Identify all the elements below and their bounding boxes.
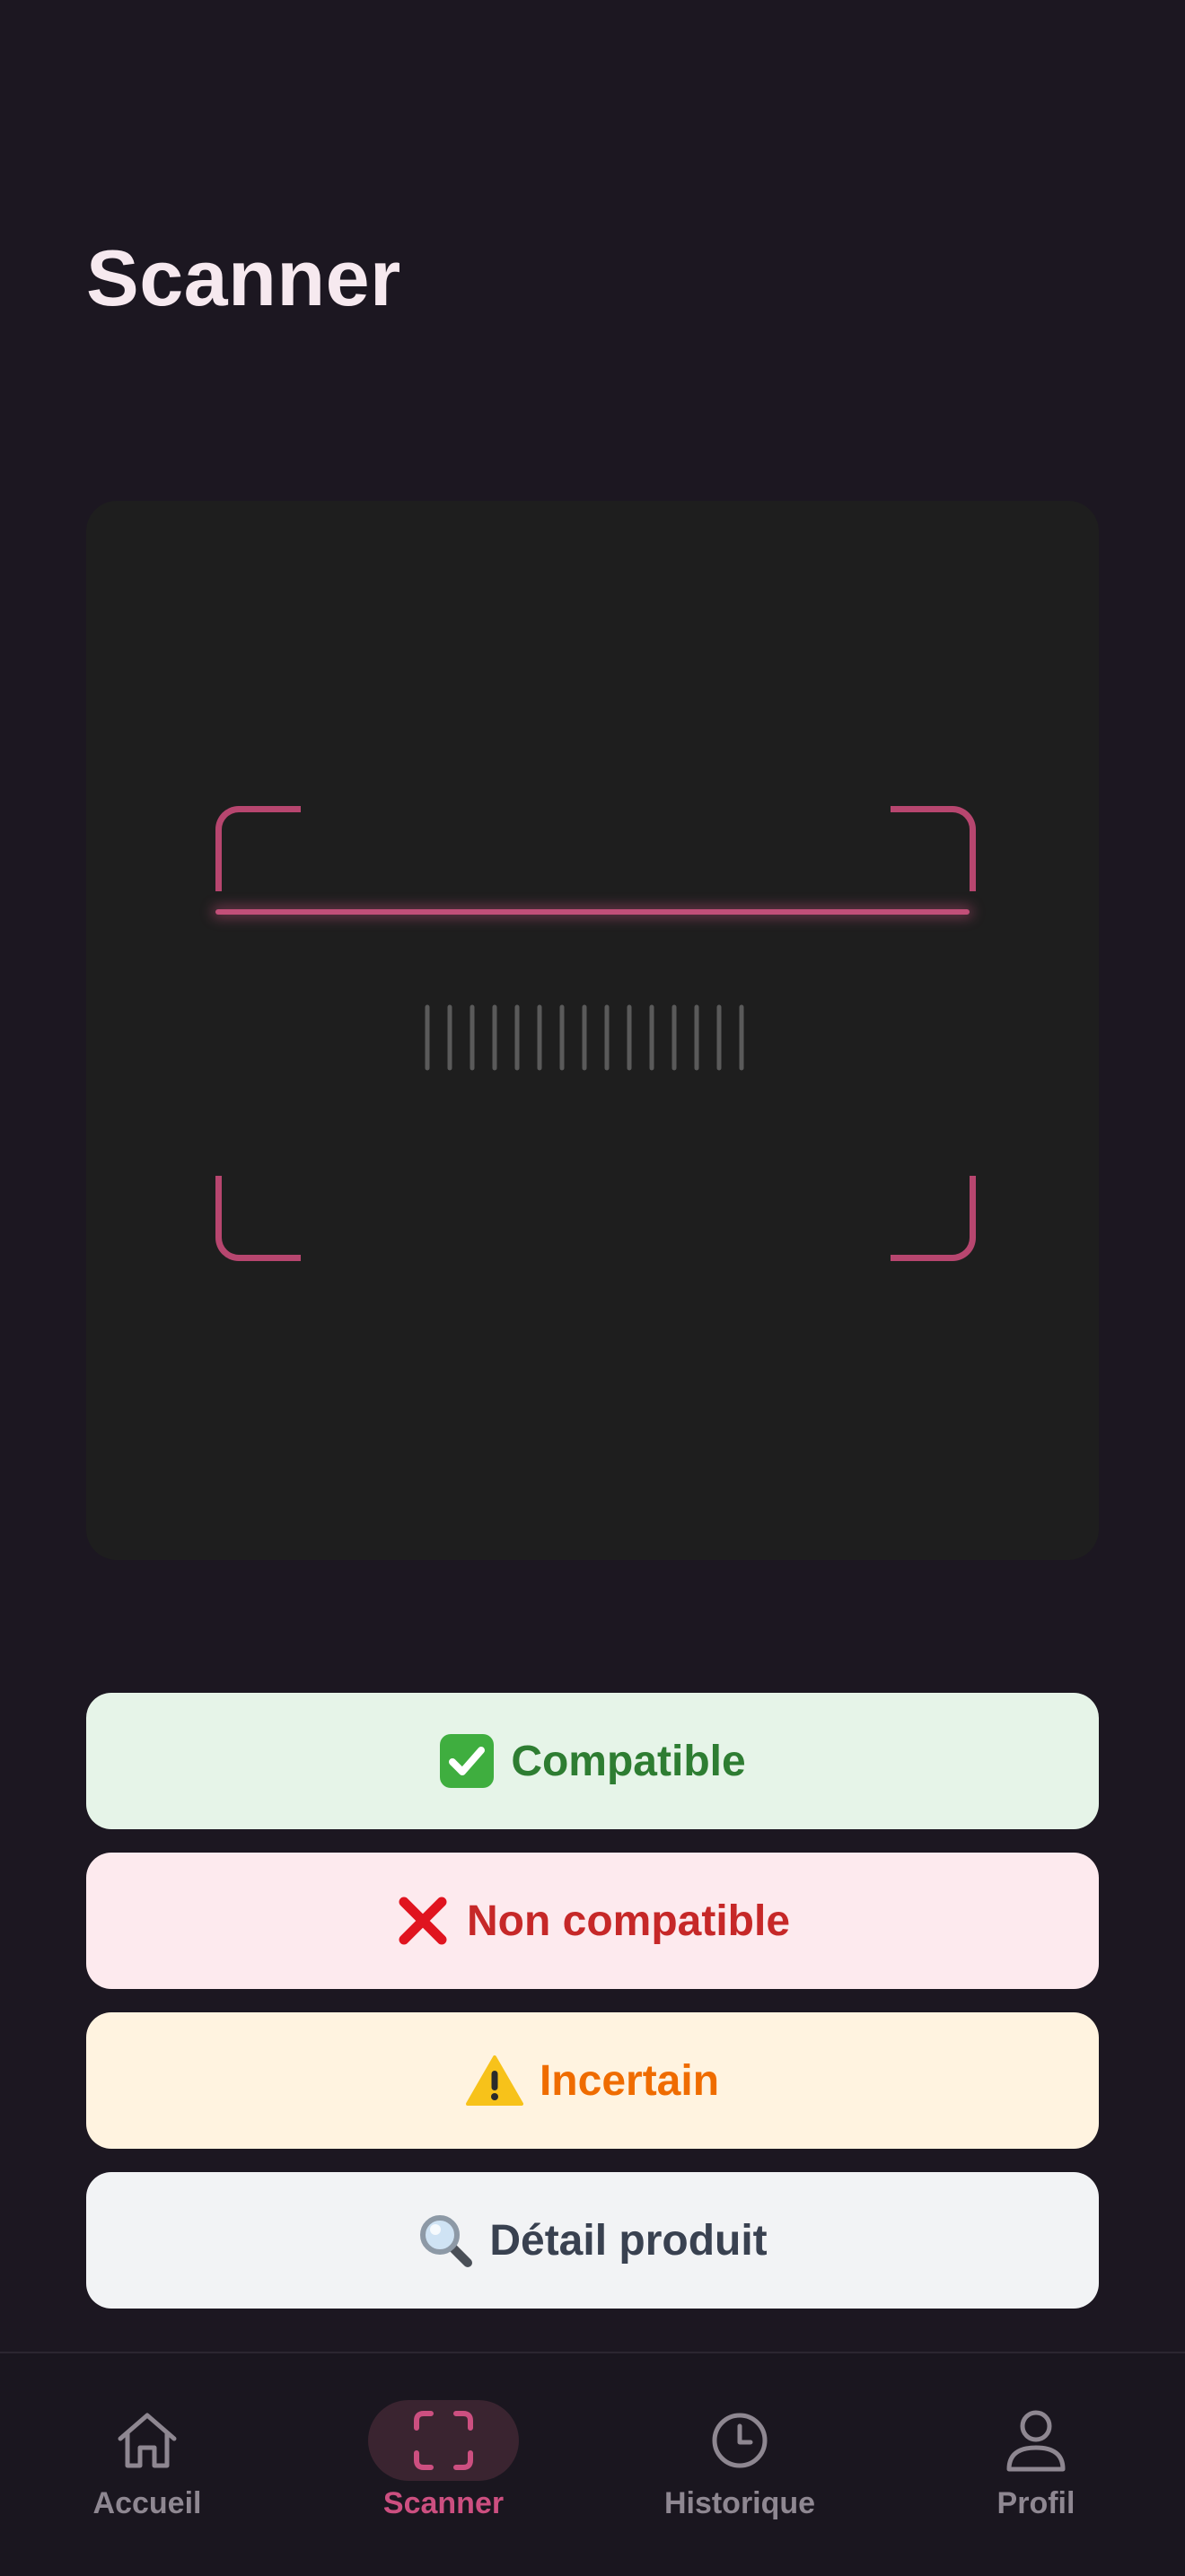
non-compatible-button[interactable]: Non compatible: [86, 1853, 1099, 1989]
compatible-button[interactable]: Compatible: [86, 1693, 1099, 1829]
magnifying-glass-icon: [417, 2212, 473, 2268]
nav-label-profil: Profil: [996, 2486, 1075, 2520]
nav-label-historique: Historique: [663, 2486, 816, 2520]
barcode-icon: [425, 1004, 744, 1071]
viewfinder-corner-top-left: [215, 806, 301, 891]
scanner-viewfinder[interactable]: [86, 501, 1099, 1560]
clock-icon: [712, 2413, 768, 2468]
viewfinder-corner-bottom-right: [891, 1176, 976, 1261]
compatible-label: Compatible: [511, 1737, 746, 1785]
viewfinder-corner-top-right: [891, 806, 976, 891]
nav-item-accueil[interactable]: Accueil: [31, 2353, 264, 2551]
viewfinder-corner-bottom-left: [215, 1176, 301, 1261]
scan-line: [215, 909, 970, 915]
nav-item-scanner[interactable]: Scanner: [327, 2353, 560, 2551]
bottom-navigation: Accueil Scanner Historique Profil: [0, 2352, 1185, 2576]
home-icon: [118, 2413, 177, 2468]
product-detail-button[interactable]: Détail produit: [86, 2172, 1099, 2309]
warning-icon: [465, 2055, 523, 2107]
page-title: Scanner: [86, 233, 401, 322]
cross-mark-icon: [395, 1893, 451, 1949]
uncertain-button[interactable]: Incertain: [86, 2012, 1099, 2149]
uncertain-label: Incertain: [539, 2056, 720, 2105]
product-detail-label: Détail produit: [489, 2216, 768, 2265]
nav-label-accueil: Accueil: [92, 2486, 202, 2520]
nav-item-profil[interactable]: Profil: [919, 2353, 1153, 2551]
check-mark-button-icon: [439, 1733, 495, 1789]
nav-item-historique[interactable]: Historique: [623, 2353, 856, 2551]
nav-label-scanner: Scanner: [382, 2486, 505, 2520]
scan-frame-icon: [414, 2411, 473, 2470]
user-icon: [1006, 2410, 1066, 2472]
non-compatible-label: Non compatible: [466, 1897, 791, 1945]
